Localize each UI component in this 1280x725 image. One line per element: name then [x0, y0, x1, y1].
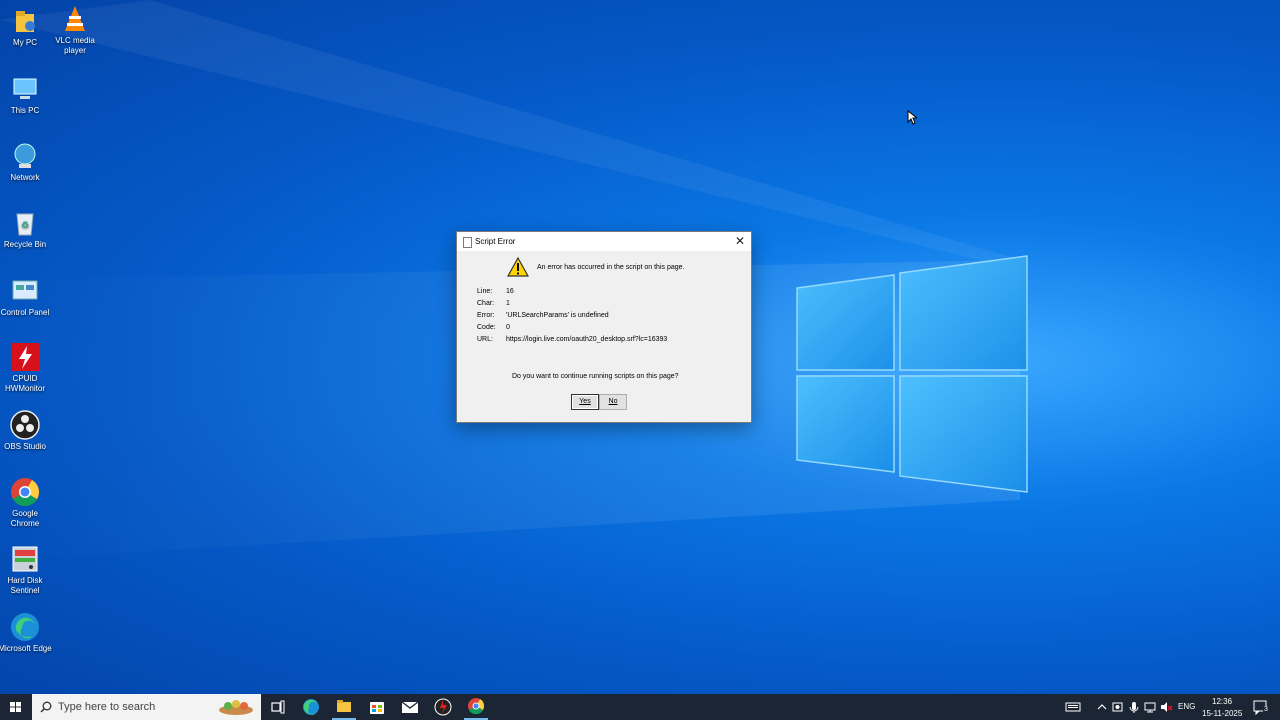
- recycle-bin-icon: ♻: [10, 208, 40, 238]
- obs-icon: [10, 410, 40, 440]
- desktop-icon-hwmonitor[interactable]: CPUID HWMonitor: [0, 342, 52, 394]
- microphone-button[interactable]: [1127, 694, 1141, 720]
- search-highlight-art: [216, 697, 256, 720]
- svg-text:♻: ♻: [21, 220, 29, 230]
- hwmonitor-icon: [10, 342, 40, 372]
- meet-icon: [1112, 702, 1123, 712]
- script-error-dialog: Script Error ✕ An error has occurred in …: [456, 231, 752, 423]
- desktop-icon-recycle-bin[interactable]: ♻ Recycle Bin: [0, 208, 52, 250]
- file-explorer-icon: [337, 700, 351, 712]
- desktop-icon-control-panel[interactable]: Control Panel: [0, 276, 52, 318]
- continue-question: Do you want to continue running scripts …: [512, 373, 679, 380]
- task-view-button[interactable]: [266, 694, 290, 720]
- mouse-cursor-icon: [907, 109, 919, 130]
- taskbar-app-red[interactable]: [431, 694, 455, 720]
- mail-icon: [401, 701, 419, 713]
- network-icon: [1144, 702, 1156, 713]
- error-headline: An error has occurred in the script on t…: [537, 264, 685, 271]
- desktop-icon-vlc[interactable]: VLC media player: [48, 4, 102, 56]
- desktop-icon-network[interactable]: Network: [0, 141, 52, 183]
- edge-icon: [303, 699, 319, 715]
- folder-user-icon: [10, 6, 40, 36]
- clock-date[interactable]: 15-11-2025: [1202, 709, 1242, 718]
- desktop-icon-my-pc[interactable]: My PC: [0, 6, 52, 48]
- computer-icon: [10, 74, 40, 104]
- yes-button[interactable]: Yes: [571, 394, 599, 410]
- network-button[interactable]: [1143, 694, 1157, 720]
- microphone-icon: [1129, 702, 1139, 713]
- taskbar-store[interactable]: [365, 694, 389, 720]
- chevron-up-icon: [1097, 704, 1107, 710]
- search-placeholder: Type here to search: [58, 701, 156, 713]
- close-button[interactable]: ✕: [729, 232, 751, 251]
- dialog-titlebar[interactable]: Script Error ✕: [457, 232, 751, 251]
- vlc-cone-icon: [60, 4, 90, 34]
- dialog-title: Script Error: [475, 237, 516, 246]
- show-hidden-icons-button[interactable]: [1095, 694, 1109, 720]
- keyboard-icon: [1065, 702, 1081, 712]
- task-view-icon: [271, 700, 285, 714]
- search-icon: [40, 701, 52, 716]
- chrome-icon: [10, 477, 40, 507]
- desktop-icon-hard-disk-sentinel[interactable]: Hard Disk Sentinel: [0, 544, 52, 596]
- desktop-icon-obs[interactable]: OBS Studio: [0, 410, 52, 452]
- volume-muted-icon: [1161, 702, 1173, 712]
- warning-icon: [506, 256, 530, 279]
- volume-button[interactable]: [1159, 694, 1173, 720]
- taskbar-edge[interactable]: [299, 694, 323, 720]
- hwmonitor-icon: [434, 698, 452, 716]
- control-panel-icon: [10, 276, 40, 306]
- store-icon: [370, 702, 384, 714]
- field-char: Char: 1: [477, 300, 510, 307]
- hard-disk-sentinel-icon: [10, 544, 40, 574]
- no-button[interactable]: No: [599, 394, 627, 410]
- notification-count: 3: [1263, 706, 1269, 713]
- edge-icon: [10, 612, 40, 642]
- start-button[interactable]: [0, 694, 32, 720]
- tray-app-button[interactable]: [1111, 694, 1125, 720]
- field-url: URL: https://login.live.com/oauth20_deskt…: [477, 336, 668, 343]
- keyboard-tray-button[interactable]: [1064, 694, 1082, 720]
- notification-center-button[interactable]: 3: [1250, 694, 1272, 720]
- taskbar-mail[interactable]: [398, 694, 422, 720]
- desktop-icon-this-pc[interactable]: This PC: [0, 74, 52, 116]
- taskbar-file-explorer[interactable]: [332, 694, 356, 720]
- desktop-icon-chrome[interactable]: Google Chrome: [0, 477, 52, 529]
- desktop: My PC VLC media player This PC Network ♻…: [0, 0, 1280, 694]
- taskbar-search-box[interactable]: Type here to search: [32, 694, 261, 720]
- language-indicator[interactable]: ENG: [1178, 702, 1195, 711]
- taskbar-chrome[interactable]: [464, 694, 488, 720]
- windows-start-icon: [10, 702, 21, 712]
- close-icon: ✕: [734, 234, 746, 248]
- chrome-icon: [468, 698, 485, 715]
- clock-time[interactable]: 12:36: [1212, 697, 1232, 706]
- document-icon: [463, 237, 472, 248]
- network-globe-icon: [10, 141, 40, 171]
- desktop-icon-edge[interactable]: Microsoft Edge: [0, 612, 52, 654]
- field-error: Error: 'URLSearchParams' is undefined: [477, 312, 609, 319]
- field-line: Line: 16: [477, 288, 514, 295]
- taskbar: Type here to search ENG 12:36 15-11-2025…: [0, 694, 1280, 720]
- field-code: Code: 0: [477, 324, 510, 331]
